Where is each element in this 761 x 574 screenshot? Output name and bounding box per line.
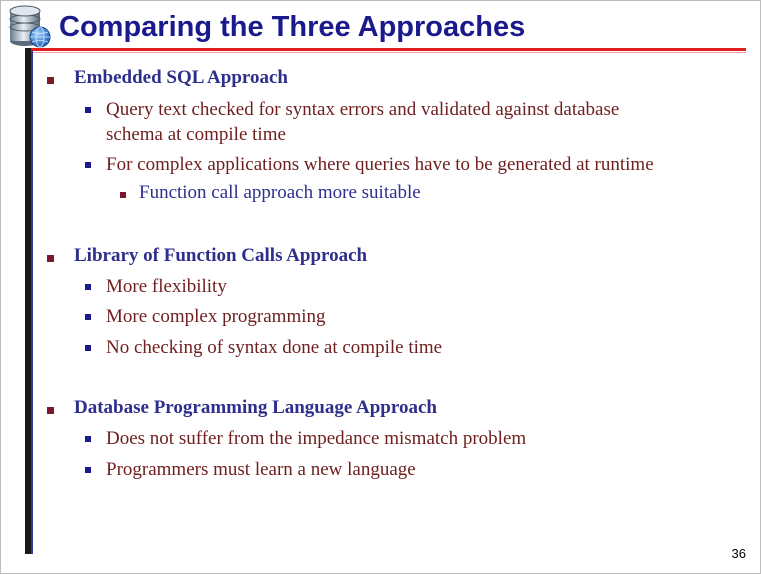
- section-heading: Database Programming Language Approach: [74, 397, 437, 418]
- section-heading: Embedded SQL Approach: [74, 67, 289, 88]
- list-item-text: For complex applications where queries h…: [106, 154, 654, 175]
- bullet-square: [85, 284, 91, 290]
- sub-list-item-text: Function call approach more suitable: [139, 182, 421, 203]
- bullet-square: [47, 407, 54, 414]
- bullet-square: [85, 107, 91, 113]
- left-margin-bar-accent: [31, 51, 33, 554]
- bullet-square: [85, 467, 91, 473]
- list-item-text: More flexibility: [106, 276, 227, 297]
- slide: Comparing the Three Approaches Embedded …: [0, 0, 761, 574]
- bullet-square: [47, 77, 54, 84]
- list-item-text: Query text checked for syntax errors and…: [106, 99, 620, 120]
- title-underline: [31, 48, 746, 51]
- bullet-square: [85, 436, 91, 442]
- bullet-square: [85, 314, 91, 320]
- list-item-text: Programmers must learn a new language: [106, 459, 416, 480]
- section-heading: Library of Function Calls Approach: [74, 245, 368, 266]
- page-number: 36: [731, 546, 746, 561]
- bullet-square: [85, 162, 91, 168]
- slide-title: Comparing the Three Approaches: [59, 11, 526, 43]
- list-item-text: More complex programming: [106, 306, 326, 327]
- title-underline-shadow: [31, 52, 746, 53]
- bullet-square: [85, 345, 91, 351]
- list-item-text-cont: schema at compile time: [106, 124, 286, 145]
- database-globe-icon: [9, 5, 51, 48]
- list-item-text: No checking of syntax done at compile ti…: [106, 337, 443, 358]
- list-item-text: Does not suffer from the impedance misma…: [106, 428, 527, 449]
- bullet-square: [47, 255, 54, 262]
- bullet-square: [120, 192, 126, 198]
